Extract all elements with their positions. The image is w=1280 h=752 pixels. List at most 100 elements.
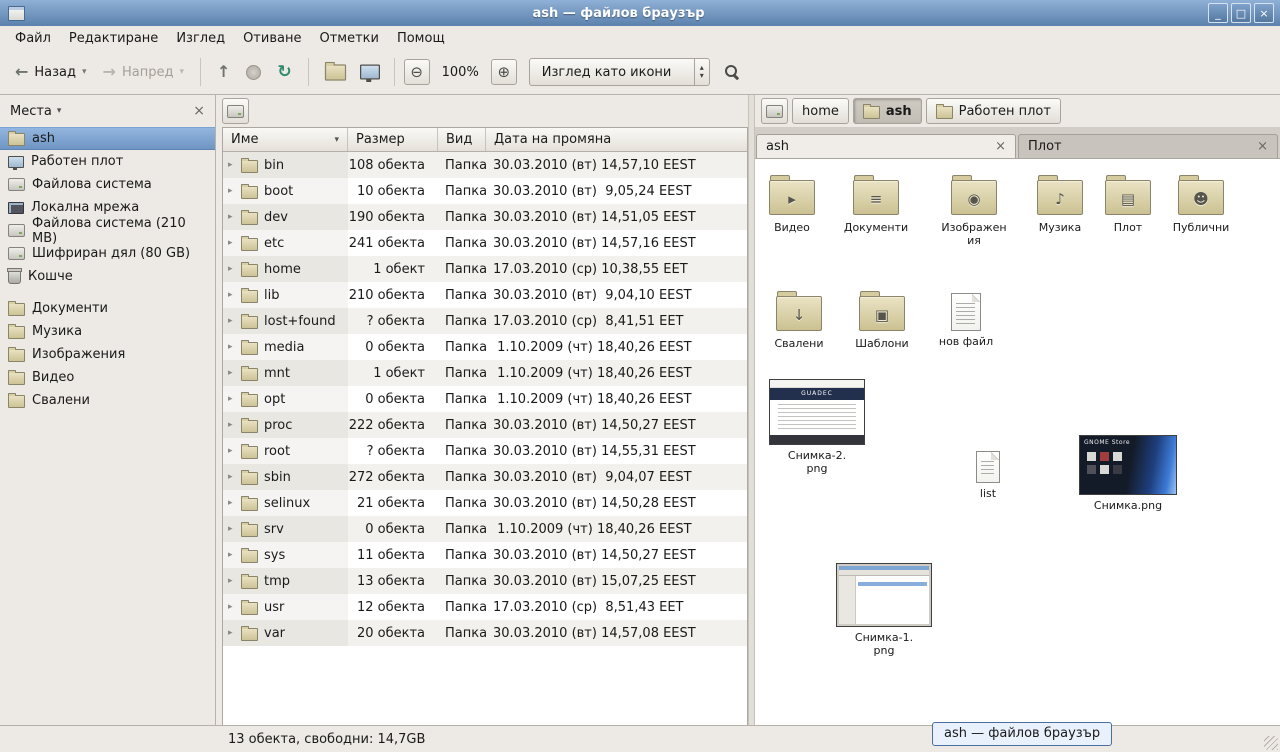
tab-close-icon[interactable]: ×	[995, 139, 1006, 154]
table-row[interactable]: ▸sbin272 обектаПапка30.03.2010 (вт) 9,04…	[223, 464, 747, 490]
table-row[interactable]: ▸sys11 обектаПапка30.03.2010 (вт) 14,50,…	[223, 542, 747, 568]
forward-button[interactable]: → Напред ▾	[96, 59, 191, 86]
sidebar-item-downloads[interactable]: Свалени	[0, 389, 215, 412]
zoom-in-button[interactable]: ⊕	[491, 59, 517, 85]
expander-icon[interactable]: ▸	[228, 498, 241, 508]
resize-grip[interactable]	[1264, 736, 1278, 750]
expander-icon[interactable]: ▸	[228, 524, 241, 534]
view-mode-select[interactable]: Изглед като икони ▴ ▾	[529, 58, 710, 86]
expander-icon[interactable]: ▸	[228, 160, 241, 170]
expander-icon[interactable]: ▸	[228, 238, 241, 248]
expander-icon[interactable]: ▸	[228, 368, 241, 378]
breadcrumb-root-button[interactable]	[761, 98, 788, 124]
icon-view[interactable]: ▸ Видео ≡ Документи ◉ Изображен ия ♪ Муз…	[755, 159, 1280, 725]
minimize-button[interactable]: _	[1208, 3, 1228, 23]
column-header-name[interactable]: Име ▾	[223, 128, 348, 151]
computer-button[interactable]	[355, 60, 385, 84]
sidebar-item-music[interactable]: Музика	[0, 320, 215, 343]
sidebar-close-icon[interactable]: ×	[193, 103, 205, 119]
menu-view[interactable]: Изглед	[167, 28, 234, 49]
up-button[interactable]: ↑	[210, 59, 237, 85]
expander-icon[interactable]: ▸	[228, 394, 241, 404]
expander-icon[interactable]: ▸	[228, 186, 241, 196]
column-header-kind[interactable]: Вид	[438, 128, 486, 151]
tab-close-icon[interactable]: ×	[1257, 139, 1268, 154]
expander-icon[interactable]: ▸	[228, 576, 241, 586]
tab-desktop[interactable]: Плот ×	[1018, 134, 1278, 158]
sidebar-item-filesystem[interactable]: Файлова система	[0, 173, 215, 196]
table-row[interactable]: ▸lib210 обектаПапка30.03.2010 (вт) 9,04,…	[223, 282, 747, 308]
titlebar[interactable]: ash — файлов браузър _ □ ×	[0, 0, 1280, 26]
table-row[interactable]: ▸boot10 обектаПапка30.03.2010 (вт) 9,05,…	[223, 178, 747, 204]
sidebar-item-videos[interactable]: Видео	[0, 366, 215, 389]
expander-icon[interactable]: ▸	[228, 316, 241, 326]
tab-ash[interactable]: ash ×	[756, 134, 1016, 158]
expander-icon[interactable]: ▸	[228, 446, 241, 456]
maximize-button[interactable]: □	[1231, 3, 1251, 23]
table-row[interactable]: ▸etc241 обектаПапка30.03.2010 (вт) 14,57…	[223, 230, 747, 256]
expander-icon[interactable]: ▸	[228, 550, 241, 560]
table-row[interactable]: ▸lost+found? обектаПапка17.03.2010 (ср) …	[223, 308, 747, 334]
sidebar-item-pictures[interactable]: Изображения	[0, 343, 215, 366]
table-row[interactable]: ▸root? обектаПапка30.03.2010 (вт) 14,55,…	[223, 438, 747, 464]
column-header-date[interactable]: Дата на промяна	[486, 128, 747, 151]
root-location-button[interactable]	[222, 98, 249, 124]
table-row[interactable]: ▸mnt1 обектПапка 1.10.2009 (чт) 18,40,26…	[223, 360, 747, 386]
table-row[interactable]: ▸media0 обектаПапка 1.10.2009 (чт) 18,40…	[223, 334, 747, 360]
sidebar-item-filesystem-210mb[interactable]: Файлова система (210 MB)	[0, 219, 215, 242]
table-row[interactable]: ▸selinux21 обектаПапка30.03.2010 (вт) 14…	[223, 490, 747, 516]
reload-button[interactable]: ↻	[270, 59, 298, 85]
icon-item-snimka[interactable]: GNOME Store Снимка.png	[1073, 435, 1183, 512]
sidebar-title[interactable]: Места	[10, 104, 52, 119]
search-button[interactable]	[724, 64, 740, 80]
back-dropdown-icon[interactable]: ▾	[82, 67, 87, 77]
menu-bookmarks[interactable]: Отметки	[310, 28, 387, 49]
icon-item-music[interactable]: ♪ Музика	[1024, 175, 1096, 234]
home-button[interactable]	[318, 60, 353, 85]
close-button[interactable]: ×	[1254, 3, 1274, 23]
icon-item-desktop[interactable]: ▤ Плот	[1092, 175, 1164, 234]
expander-icon[interactable]: ▸	[228, 628, 241, 638]
zoom-out-button[interactable]: ⊖	[404, 59, 430, 85]
menu-go[interactable]: Отиване	[234, 28, 310, 49]
table-row[interactable]: ▸dev190 обектаПапка30.03.2010 (вт) 14,51…	[223, 204, 747, 230]
icon-item-new-file[interactable]: нов файл	[930, 293, 1002, 348]
expander-icon[interactable]: ▸	[228, 420, 241, 430]
stop-button[interactable]	[239, 59, 268, 86]
table-row[interactable]: ▸proc222 обектаПапка30.03.2010 (вт) 14,5…	[223, 412, 747, 438]
table-row[interactable]: ▸opt0 обектаПапка 1.10.2009 (чт) 18,40,2…	[223, 386, 747, 412]
icon-item-videos[interactable]: ▸ Видео	[756, 175, 828, 234]
breadcrumb-home-button[interactable]: home	[792, 98, 849, 124]
expander-icon[interactable]: ▸	[228, 472, 241, 482]
table-row[interactable]: ▸var20 обектаПапка30.03.2010 (вт) 14,57,…	[223, 620, 747, 646]
icon-item-templates[interactable]: ▣ Шаблони	[846, 291, 918, 350]
taskbar-window-label[interactable]: ash — файлов браузър	[932, 722, 1112, 746]
table-row[interactable]: ▸tmp13 обектаПапка30.03.2010 (вт) 15,07,…	[223, 568, 747, 594]
pane-splitter[interactable]	[748, 95, 755, 725]
icon-item-snimka2[interactable]: GUADEC Снимка-2. png	[762, 379, 872, 475]
expander-icon[interactable]: ▸	[228, 290, 241, 300]
sidebar-item-ash[interactable]: ash	[0, 127, 215, 150]
expander-icon[interactable]: ▸	[228, 602, 241, 612]
expander-icon[interactable]: ▸	[228, 212, 241, 222]
sidebar-item-trash[interactable]: Кошче	[0, 265, 215, 288]
icon-item-snimka1[interactable]: Снимка-1. png	[829, 563, 939, 657]
forward-dropdown-icon[interactable]: ▾	[179, 67, 184, 77]
column-header-size[interactable]: Размер	[348, 128, 438, 151]
sidebar-item-desktop[interactable]: Работен плот	[0, 150, 215, 173]
menu-help[interactable]: Помощ	[388, 28, 454, 49]
view-mode-spinner[interactable]: ▴ ▾	[694, 59, 709, 85]
back-button[interactable]: ← Назад ▾	[8, 59, 94, 86]
breadcrumb-ash-button[interactable]: ash	[853, 98, 922, 124]
icon-item-pictures[interactable]: ◉ Изображен ия	[938, 175, 1010, 247]
table-row[interactable]: ▸srv0 обектаПапка 1.10.2009 (чт) 18,40,2…	[223, 516, 747, 542]
menu-edit[interactable]: Редактиране	[60, 28, 167, 49]
sidebar-item-encrypted-volume[interactable]: Шифриран дял (80 GB)	[0, 242, 215, 265]
table-row[interactable]: ▸usr12 обектаПапка17.03.2010 (ср) 8,51,4…	[223, 594, 747, 620]
sidebar-item-documents[interactable]: Документи	[0, 297, 215, 320]
expander-icon[interactable]: ▸	[228, 342, 241, 352]
expander-icon[interactable]: ▸	[228, 264, 241, 274]
icon-item-downloads[interactable]: ↓ Свалени	[763, 291, 835, 350]
icon-item-public[interactable]: ☻ Публични	[1165, 175, 1237, 234]
icon-item-documents[interactable]: ≡ Документи	[840, 175, 912, 234]
